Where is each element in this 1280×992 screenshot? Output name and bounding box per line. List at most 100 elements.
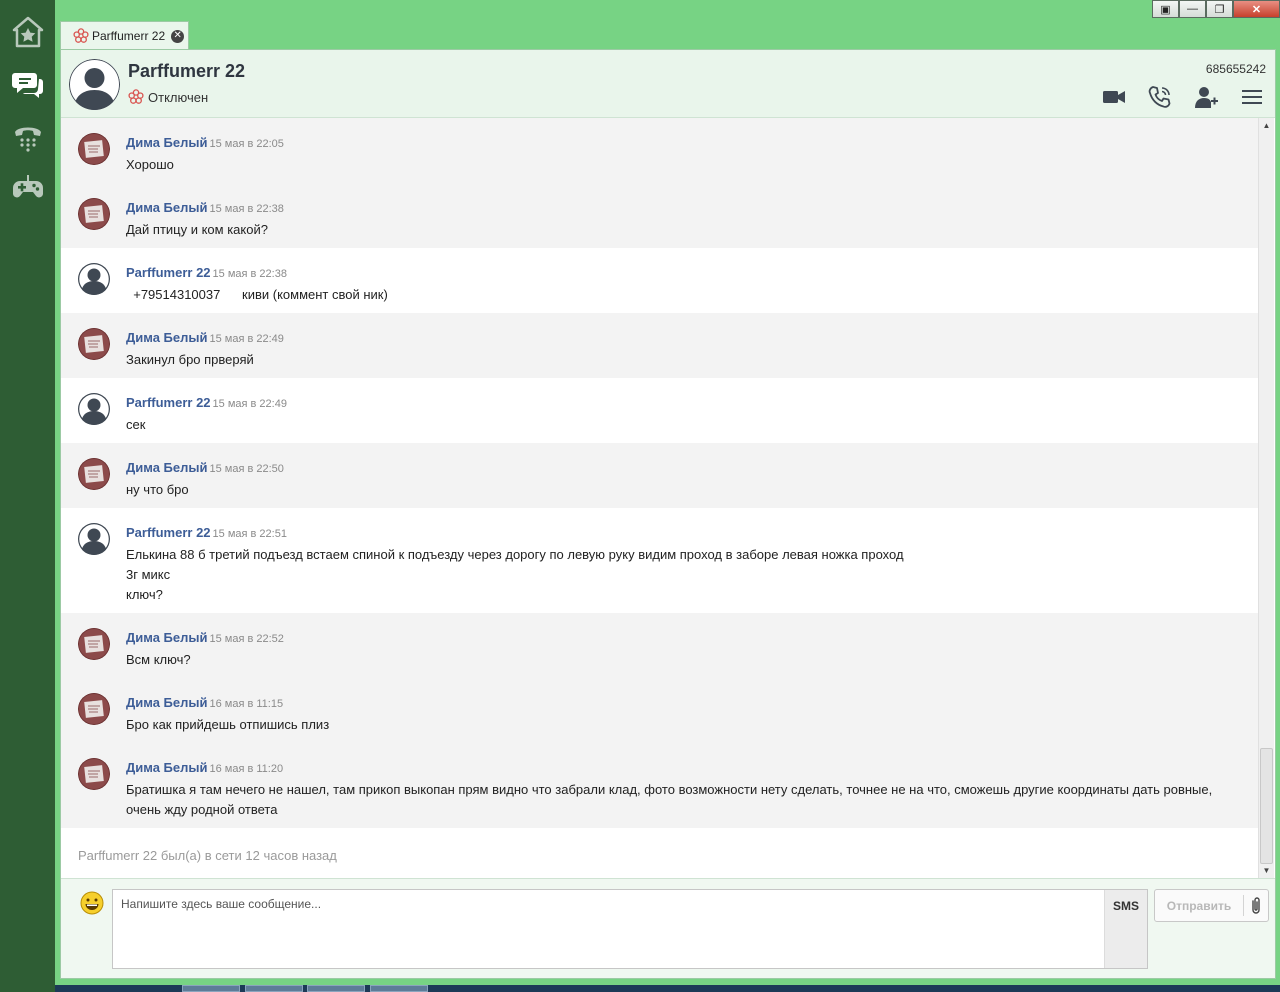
emoji-icon[interactable] bbox=[80, 891, 104, 915]
taskbar-app[interactable] bbox=[370, 985, 428, 992]
message-item: Дима Белый 15 мая в 22:05 Хорошо bbox=[61, 118, 1259, 183]
sms-button[interactable]: SMS bbox=[1104, 890, 1147, 968]
taskbar-app[interactable] bbox=[307, 985, 365, 992]
menu-button[interactable] bbox=[1229, 84, 1275, 110]
last-seen-text: Parffumerr 22 был(а) в сети 12 часов наз… bbox=[78, 848, 337, 863]
avatar-parffumerr[interactable] bbox=[78, 523, 110, 555]
avatar-dima[interactable] bbox=[78, 328, 110, 360]
offline-status-icon bbox=[128, 89, 144, 104]
message-item: Parffumerr 22 15 мая в 22:49 сек bbox=[61, 378, 1259, 443]
avatar-parffumerr[interactable] bbox=[78, 263, 110, 295]
home-icon bbox=[12, 16, 43, 48]
tab-chat-parffumerr[interactable]: Parffumerr 22 ✕ bbox=[60, 21, 189, 50]
sidebar-chats[interactable] bbox=[0, 58, 55, 110]
gamepad-icon bbox=[12, 175, 43, 198]
message-input[interactable] bbox=[113, 890, 1105, 968]
scroll-thumb[interactable] bbox=[1260, 748, 1273, 864]
sidebar-games[interactable] bbox=[0, 162, 55, 214]
send-button[interactable]: Отправить bbox=[1155, 899, 1243, 913]
message-author[interactable]: Дима Белый bbox=[126, 630, 207, 645]
message-text: Дай птицу и ком какой? bbox=[126, 222, 268, 237]
scroll-down-arrow[interactable]: ▼ bbox=[1259, 863, 1274, 877]
contact-id: 685655242 bbox=[1205, 62, 1266, 76]
message-time: 16 мая в 11:15 bbox=[209, 698, 284, 710]
chat-icon bbox=[11, 73, 43, 98]
message-author[interactable]: Parffumerr 22 bbox=[126, 265, 211, 280]
voice-call-button[interactable] bbox=[1137, 84, 1183, 110]
minimize-button[interactable]: — bbox=[1179, 0, 1206, 18]
message-item: Дима Белый 15 мая в 22:52 Всм ключ? bbox=[61, 613, 1259, 678]
message-item: Parffumerr 22 15 мая в 22:38 +79514310037… bbox=[61, 248, 1259, 313]
scroll-up-arrow[interactable]: ▲ bbox=[1259, 118, 1274, 132]
paperclip-icon bbox=[1252, 896, 1260, 914]
message-time: 15 мая в 22:52 bbox=[209, 633, 284, 645]
phone-call-icon bbox=[1148, 86, 1171, 108]
message-text: Закинул бро прверяй bbox=[126, 352, 254, 367]
message-text: ключ? bbox=[126, 587, 163, 602]
message-time: 15 мая в 22:38 bbox=[212, 268, 287, 280]
message-author[interactable]: Дима Белый bbox=[126, 200, 207, 215]
message-text: Братишка я там нечего не нашел, там прик… bbox=[126, 782, 1213, 817]
message-scrollbar[interactable]: ▲ ▼ bbox=[1258, 118, 1274, 878]
message-author[interactable]: Parffumerr 22 bbox=[126, 525, 211, 540]
phone-icon bbox=[14, 127, 41, 152]
message-author[interactable]: Дима Белый bbox=[126, 760, 207, 775]
message-time: 15 мая в 22:38 bbox=[209, 203, 284, 215]
contact-status: Отключен bbox=[128, 89, 208, 105]
message-author[interactable]: Дима Белый bbox=[126, 460, 207, 475]
maximize-button[interactable]: ❐ bbox=[1206, 0, 1233, 18]
avatar-dima[interactable] bbox=[78, 458, 110, 490]
close-window-button[interactable]: ✕ bbox=[1233, 0, 1280, 18]
default-user-icon bbox=[78, 523, 110, 555]
avatar-dima[interactable] bbox=[78, 628, 110, 660]
video-camera-icon bbox=[1103, 91, 1125, 103]
dima-avatar-image bbox=[78, 198, 110, 230]
message-time: 15 мая в 22:50 bbox=[209, 463, 284, 475]
add-contact-button[interactable] bbox=[1183, 84, 1229, 110]
add-user-icon bbox=[1195, 87, 1218, 108]
taskbar-app[interactable] bbox=[245, 985, 303, 992]
avatar-parffumerr[interactable] bbox=[78, 393, 110, 425]
dima-avatar-image bbox=[78, 628, 110, 660]
sidebar-home[interactable] bbox=[0, 6, 55, 58]
default-user-icon bbox=[78, 263, 110, 295]
message-author[interactable]: Дима Белый bbox=[126, 695, 207, 710]
avatar-dima[interactable] bbox=[78, 198, 110, 230]
chat-header: Parffumerr 22 Отключен 685655242 bbox=[61, 50, 1275, 118]
status-text: Отключен bbox=[148, 89, 209, 105]
message-author[interactable]: Дима Белый bbox=[126, 135, 207, 150]
hamburger-menu-icon bbox=[1242, 90, 1262, 104]
attach-button[interactable] bbox=[1244, 896, 1268, 916]
message-author[interactable]: Parffumerr 22 bbox=[126, 395, 211, 410]
avatar-dima[interactable] bbox=[78, 758, 110, 790]
default-user-icon bbox=[69, 59, 120, 110]
message-author[interactable]: Дима Белый bbox=[126, 330, 207, 345]
message-text: ну что бро bbox=[126, 482, 189, 497]
avatar-dima[interactable] bbox=[78, 133, 110, 165]
sidebar-calls[interactable] bbox=[0, 110, 55, 162]
taskbar-app[interactable] bbox=[182, 985, 240, 992]
message-item: Дима Белый 15 мая в 22:50 ну что бро bbox=[61, 443, 1259, 508]
compact-view-button[interactable]: ▣ bbox=[1152, 0, 1179, 18]
message-item: Дима Белый 15 мая в 22:38 Дай птицу и ком… bbox=[61, 183, 1259, 248]
message-text: +79514310037 киви (коммент свой ник) bbox=[126, 287, 388, 302]
avatar-dima[interactable] bbox=[78, 693, 110, 725]
tab-close-icon[interactable]: ✕ bbox=[171, 29, 185, 43]
message-item: Дима Белый 16 мая в 11:15 Бро как прийдеш… bbox=[61, 678, 1259, 743]
default-user-icon bbox=[78, 393, 110, 425]
contact-name: Parffumerr 22 bbox=[128, 61, 246, 81]
message-item: Дима Белый 15 мая в 22:49 Закинул бро прв… bbox=[61, 313, 1259, 378]
offline-status-icon bbox=[73, 28, 89, 43]
tab-label: Parffumerr 22 bbox=[92, 29, 166, 43]
message-time: 15 мая в 22:49 bbox=[209, 333, 284, 345]
contact-avatar[interactable] bbox=[69, 59, 120, 110]
message-text: Всм ключ? bbox=[126, 652, 191, 667]
message-text: Хорошо bbox=[126, 157, 174, 172]
window-controls: ▣ — ❐ ✕ bbox=[1152, 0, 1280, 18]
message-input-box: SMS bbox=[112, 889, 1148, 969]
video-call-button[interactable] bbox=[1091, 84, 1137, 110]
message-composer: SMS Отправить bbox=[61, 878, 1275, 978]
message-text: сек bbox=[126, 417, 146, 432]
message-time: 15 мая в 22:05 bbox=[209, 138, 284, 150]
message-time: 15 мая в 22:51 bbox=[212, 528, 287, 540]
